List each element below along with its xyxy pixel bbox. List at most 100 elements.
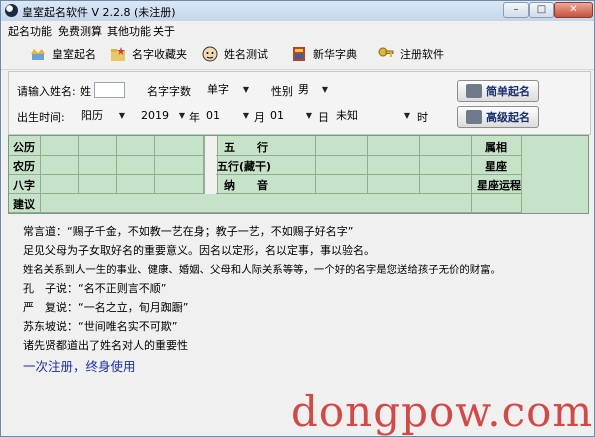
simple-naming-button[interactable]: 简单起名 (457, 80, 539, 102)
toolbar-label: 皇室起名 (52, 48, 96, 61)
toolbar-name-test-button[interactable]: 姓名测试 (201, 43, 268, 65)
month-value: 01 (206, 109, 220, 122)
grid-cell (41, 175, 79, 194)
chevron-down-icon: ▼ (242, 85, 249, 94)
title-bar[interactable]: 皇室起名软件 V 2.2.8 (未注册) – □ ✕ (1, 1, 594, 21)
surname-input[interactable] (94, 82, 125, 98)
toolbar-label: 新华字典 (313, 48, 357, 61)
menu-bar: 起名功能 免费测算 其他功能 关于 (1, 21, 594, 38)
toolbar-dictionary-button[interactable]: 新华字典 (290, 43, 357, 65)
toolbar-label: 注册软件 (400, 48, 444, 61)
app-logo-icon (5, 4, 18, 17)
grid-cell (316, 156, 368, 175)
simple-naming-label: 简单起名 (486, 85, 530, 98)
register-slogan: 一次注册，终身使用 (23, 359, 136, 374)
grid-cell (79, 136, 117, 156)
row-label-solar: 公历 (13, 141, 35, 154)
row-label-bazi: 八字 (13, 179, 35, 192)
grid-cell (41, 156, 79, 175)
site-watermark: dongpow.com (291, 387, 594, 436)
year-select[interactable]: 2019 ▼ (141, 108, 185, 124)
minimize-button[interactable]: – (503, 2, 529, 18)
grid-cell (79, 175, 117, 194)
app-window: 皇室起名软件 V 2.2.8 (未注册) – □ ✕ 起名功能 免费测算 其他功… (0, 0, 595, 437)
day-unit: 日 (318, 111, 329, 124)
grid-cell (155, 156, 204, 175)
month-unit: 月 (254, 111, 265, 124)
grid-cell (117, 156, 155, 175)
grid-cell (368, 136, 420, 156)
gender-value: 男 (298, 83, 309, 96)
row-label-suggestion: 建议 (13, 198, 35, 211)
grid-cell (316, 136, 368, 156)
toolbar-register-button[interactable]: 注册软件 (377, 43, 444, 65)
grid-cell (420, 175, 472, 194)
intro-line: 苏东坡说：“世间唯名实不可欺” (23, 320, 178, 333)
gender-select[interactable]: 男 ▼ (298, 82, 328, 98)
advanced-naming-label: 高级起名 (486, 111, 530, 124)
year-value: 2019 (141, 109, 169, 122)
hour-unit: 时 (417, 111, 428, 124)
grid-cell (420, 156, 472, 175)
surname-label: 请输入姓名: (17, 85, 76, 98)
label-constellation: 星座 (485, 160, 507, 173)
grid-cell (420, 136, 472, 156)
face-icon (201, 45, 219, 63)
calendar-value: 阳历 (81, 109, 103, 122)
toolbar: 皇室起名 名字收藏夹 姓名测试 新华字典 注册软件 (1, 37, 594, 70)
month-select[interactable]: 01 ▼ (206, 108, 249, 124)
grid-cell (155, 175, 204, 194)
toolbar-royal-naming-button[interactable]: 皇室起名 (29, 43, 96, 65)
intro-line: 严 复说：“一名之立，旬月踟蹰” (23, 301, 189, 314)
intro-line: 常言道：“赐子千金，不如教一艺在身；教子一艺，不如赐子好名字” (23, 225, 354, 238)
folder-star-icon (109, 45, 127, 63)
key-icon (377, 45, 395, 63)
grid-cell (117, 136, 155, 156)
calendar-select[interactable]: 阳历 ▼ (81, 108, 125, 124)
result-grid: 公历 农历 八字 建议 五 行 五行(藏干) 纳 音 属相 星座 星座运程 (8, 135, 589, 214)
input-panel: 请输入姓名: 姓 名字字数 单字 ▼ 性别 男 ▼ 出生时间: 阳历 ▼ 201… (8, 71, 591, 135)
dictionary-icon (290, 45, 308, 63)
birth-label: 出生时间: (17, 111, 65, 124)
person-icon (466, 84, 482, 98)
surname-prefix: 姓 (80, 85, 91, 98)
label-zodiac: 属相 (485, 141, 507, 154)
hour-select[interactable]: 未知 ▼ (336, 108, 410, 124)
grid-cell (117, 175, 155, 194)
day-value: 01 (270, 109, 284, 122)
row-label-lunar: 农历 (13, 160, 35, 173)
intro-line: 孔 子说：“名不正则言不顺” (23, 282, 167, 295)
maximize-button[interactable]: □ (529, 2, 554, 18)
chevron-down-icon: ▼ (242, 111, 249, 120)
grid-cell (316, 175, 368, 194)
toolbar-favorites-button[interactable]: 名字收藏夹 (109, 43, 187, 65)
grid-cell (472, 194, 522, 213)
gender-label: 性别 (271, 85, 293, 98)
intro-line: 姓名关系到人一生的事业、健康、婚姻、父母和人际关系等等，一个好的名字是您送给孩子… (23, 264, 501, 276)
close-button[interactable]: ✕ (554, 2, 593, 18)
name-count-value: 单字 (207, 83, 229, 96)
grid-cell (368, 156, 420, 175)
grid-cell (155, 136, 204, 156)
chevron-down-icon: ▼ (178, 111, 185, 120)
label-nayin: 纳 音 (224, 179, 268, 192)
grid-cell (79, 156, 117, 175)
toolbar-label: 姓名测试 (224, 48, 268, 61)
advanced-naming-button[interactable]: 高级起名 (457, 106, 539, 128)
toolbar-label: 名字收藏夹 (132, 48, 187, 61)
day-select[interactable]: 01 ▼ (270, 108, 312, 124)
window-title: 皇室起名软件 V 2.2.8 (未注册) (22, 6, 176, 19)
grid-cell (368, 175, 420, 194)
label-five-elements: 五 行 (224, 141, 268, 154)
suggestion-cell (41, 194, 472, 213)
year-unit: 年 (189, 111, 200, 124)
intro-line: 诸先贤都道出了姓名对人的重要性 (23, 339, 188, 352)
chevron-down-icon: ▼ (321, 85, 328, 94)
intro-line: 足见父母为子女取好名的重要意义。因名以定形，名以定事，事以验名。 (23, 244, 375, 257)
name-count-label: 名字字数 (147, 85, 191, 98)
chevron-down-icon: ▼ (305, 111, 312, 120)
hour-value: 未知 (336, 109, 358, 122)
person-icon (466, 110, 482, 124)
chevron-down-icon: ▼ (403, 111, 410, 120)
name-count-select[interactable]: 单字 ▼ (207, 82, 249, 98)
